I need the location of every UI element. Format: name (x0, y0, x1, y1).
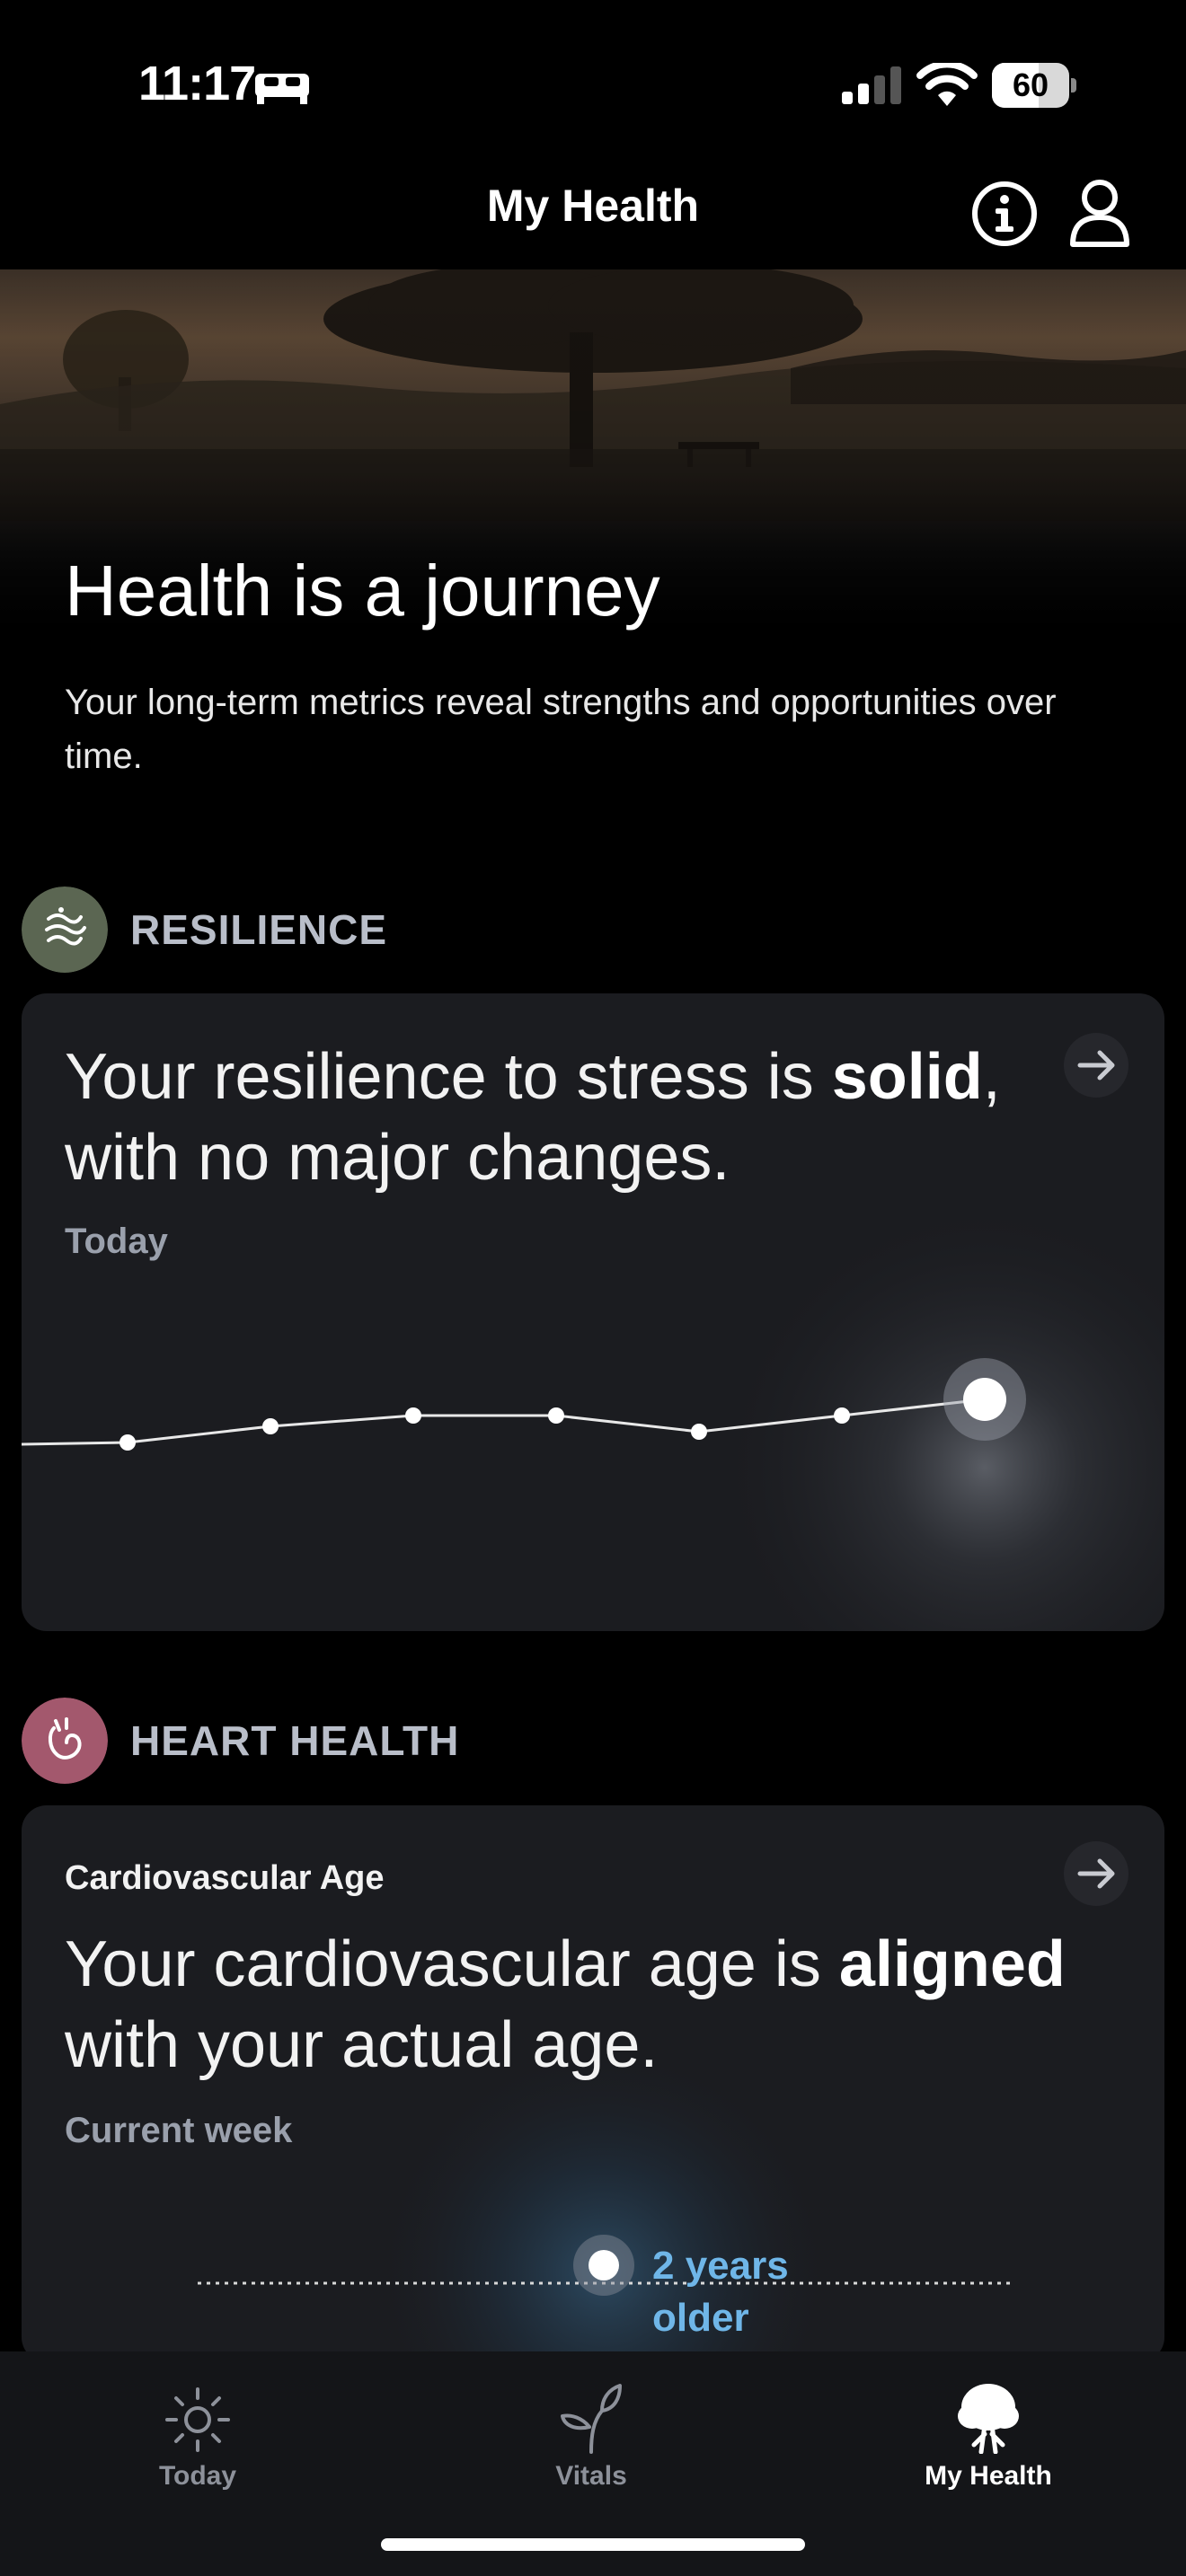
battery-icon: 60 (992, 63, 1076, 108)
cardio-card[interactable]: Cardiovascular Age Your cardiovascular a… (22, 1805, 1164, 2362)
cardio-card-title: Cardiovascular Age (65, 1859, 385, 1897)
tree-icon (958, 2384, 1019, 2454)
sprout-icon (561, 2384, 622, 2454)
tab-my-health[interactable]: My Health (881, 2368, 1096, 2502)
cardio-period: Current week (65, 2111, 293, 2150)
wifi-icon (916, 63, 978, 106)
cardio-age-label-line2: older (652, 2296, 749, 2340)
resilience-point (405, 1407, 421, 1424)
heart-hand-icon (22, 1698, 108, 1784)
hero-title: Health is a journey (65, 551, 660, 631)
cardio-age-label-line1: 2 years (652, 2244, 789, 2288)
resilience-point (548, 1407, 564, 1424)
resilience-headline: Your resilience to stress is solid, with… (65, 1041, 1001, 1194)
cellular-signal-icon (842, 66, 901, 104)
resilience-card[interactable]: Your resilience to stress is solid, with… (22, 993, 1164, 1631)
cardio-age-marker (589, 2250, 619, 2280)
resilience-arrow-button[interactable] (1064, 1033, 1128, 1098)
cardio-age-label: 2 years older (652, 2240, 789, 2344)
arrow-right-icon (1077, 1050, 1115, 1081)
profile-icon[interactable] (1066, 178, 1134, 248)
tab-today[interactable]: Today (108, 2368, 288, 2502)
sun-icon (165, 2387, 230, 2452)
tab-vitals-label: Vitals (555, 2461, 627, 2491)
resilience-point (834, 1407, 850, 1424)
wind-waves-icon (22, 887, 108, 973)
resilience-period: Today (65, 1222, 168, 1261)
hero-subtitle: Your long-term metrics reveal strengths … (65, 683, 1057, 776)
resilience-highlight-point (963, 1378, 1006, 1421)
battery-percent: 60 (1012, 66, 1049, 103)
info-icon[interactable] (970, 180, 1039, 248)
bed-icon (255, 74, 309, 104)
tab-today-label: Today (158, 2461, 237, 2491)
resilience-point (691, 1424, 707, 1440)
status-time: 11:17 (138, 57, 256, 110)
section-label-resilience: RESILIENCE (130, 906, 388, 953)
tab-my-health-label: My Health (925, 2461, 1052, 2491)
section-label-heart-health: HEART HEALTH (130, 1717, 460, 1764)
arrow-right-icon (1077, 1858, 1115, 1889)
cardio-headline: Your cardiovascular age is aligned with … (65, 1928, 1066, 2081)
home-indicator[interactable] (381, 2538, 805, 2551)
cardio-arrow-button[interactable] (1064, 1841, 1128, 1906)
resilience-point (119, 1434, 136, 1451)
resilience-point (262, 1418, 279, 1434)
tab-vitals[interactable]: Vitals (501, 2368, 681, 2502)
